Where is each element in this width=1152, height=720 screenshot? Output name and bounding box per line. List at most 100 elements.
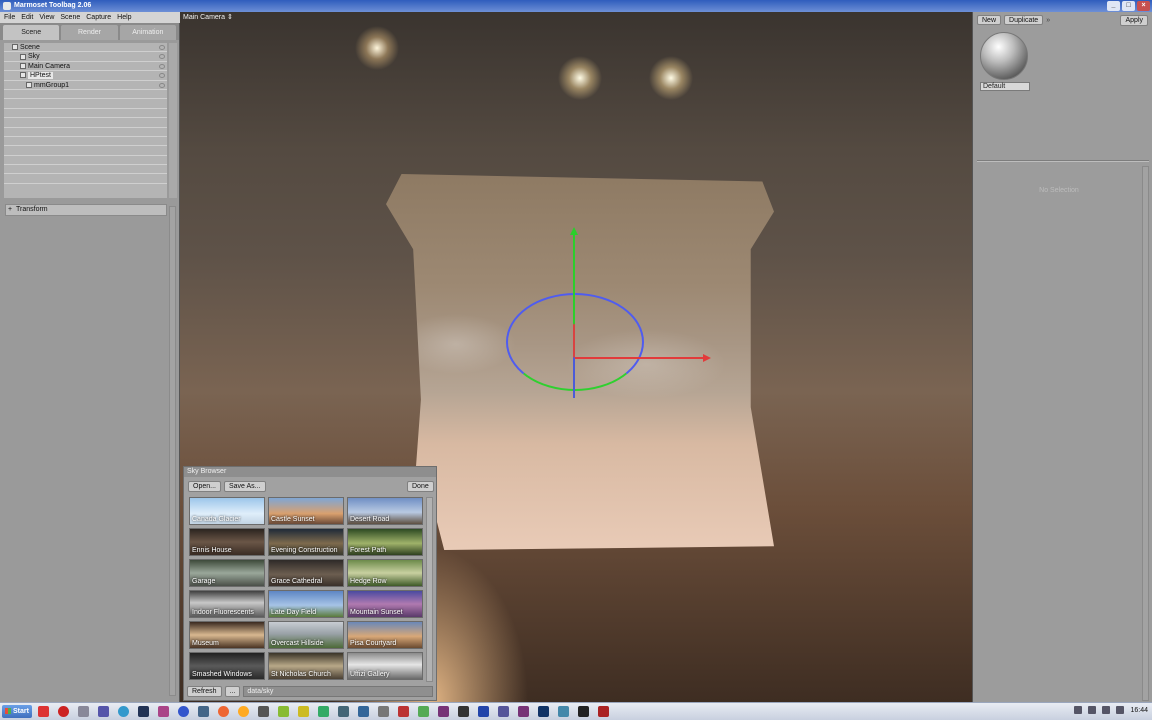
maximize-button[interactable]: □ [1122, 1, 1135, 11]
visibility-icon[interactable] [159, 63, 165, 69]
sky-thumb[interactable]: Ennis House [189, 528, 265, 556]
right-panel-scrollbar[interactable] [1142, 166, 1149, 701]
app-icon[interactable] [278, 706, 289, 717]
sky-thumb[interactable]: Desert Road [347, 497, 423, 525]
x-axis-handle[interactable] [575, 354, 711, 362]
app-icon[interactable] [158, 706, 169, 717]
app-icon[interactable] [538, 706, 549, 717]
menu-capture[interactable]: Capture [86, 12, 111, 23]
transform-section[interactable]: Transform [5, 204, 167, 216]
tree-empty-row [4, 174, 167, 184]
sky-thumb[interactable]: Grace Cathedral [268, 559, 344, 587]
sky-thumb[interactable]: Museum [189, 621, 265, 649]
volume-icon[interactable] [1102, 706, 1111, 714]
sky-thumb[interactable]: Uffizi Gallery [347, 652, 423, 680]
refresh-button[interactable]: Refresh [187, 685, 222, 697]
sky-thumb[interactable]: Castle Sunset [268, 497, 344, 525]
browse-button[interactable]: ... [224, 685, 241, 697]
app-icon[interactable] [438, 706, 449, 717]
sky-thumb[interactable]: St Nicholas Church [268, 652, 344, 680]
material-preview-sphere[interactable] [980, 32, 1028, 80]
clock[interactable]: 16:44 [1130, 707, 1148, 714]
y-axis-handle[interactable] [570, 227, 578, 398]
app-icon[interactable] [458, 706, 469, 717]
sky-thumb[interactable]: Canada Glacier [189, 497, 265, 525]
tree-item-sky[interactable]: Sky [4, 52, 167, 62]
app-icon[interactable] [358, 706, 369, 717]
app-icon[interactable] [98, 706, 109, 717]
tree-item-scene[interactable]: Scene [4, 43, 167, 53]
close-button[interactable]: × [1137, 1, 1150, 11]
visibility-icon[interactable] [159, 54, 165, 60]
sky-thumb[interactable]: Indoor Fluorescents [189, 590, 265, 618]
tray-icon[interactable] [1088, 706, 1097, 714]
apply-button[interactable]: Apply [1120, 15, 1148, 26]
app-icon[interactable] [58, 706, 69, 717]
app-icon[interactable] [558, 706, 569, 717]
camera-dropdown[interactable]: Main Camera ⇕ [183, 13, 233, 21]
menu-file[interactable]: File [4, 12, 15, 23]
network-icon[interactable] [1116, 706, 1125, 714]
save-as-button[interactable]: Save As... [224, 481, 266, 492]
sky-browser-scrollbar[interactable] [426, 497, 433, 682]
menu-help[interactable]: Help [117, 12, 131, 23]
tree-item-mmgroup1[interactable]: mmGroup1 [4, 81, 167, 90]
app-icon[interactable] [578, 706, 589, 717]
sky-thumb[interactable]: Late Day Field [268, 590, 344, 618]
menu-view[interactable]: View [39, 12, 54, 23]
system-tray: 16:44 [1074, 706, 1148, 714]
app-icon[interactable] [38, 706, 49, 717]
tree-item-hptest[interactable]: HPtest [4, 71, 167, 81]
tray-icon[interactable] [1074, 706, 1083, 714]
tab-render[interactable]: Render [61, 25, 118, 40]
tab-animation[interactable]: Animation [119, 25, 176, 40]
app-icon[interactable] [258, 706, 269, 717]
app-icon[interactable] [598, 706, 609, 717]
sky-thumb[interactable]: Hedge Row [347, 559, 423, 587]
menu-scene[interactable]: Scene [60, 12, 80, 23]
app-icon[interactable] [518, 706, 529, 717]
tree-item-main-camera[interactable]: Main Camera [4, 62, 167, 72]
app-icon[interactable] [218, 706, 229, 717]
rotate-gizmo[interactable] [506, 293, 644, 391]
app-icon[interactable] [338, 706, 349, 717]
app-icon[interactable] [378, 706, 389, 717]
sky-thumb[interactable]: Garage [189, 559, 265, 587]
visibility-icon[interactable] [159, 45, 165, 50]
app-icon[interactable] [238, 706, 249, 717]
app-icon[interactable] [398, 706, 409, 717]
sky-path-field[interactable]: data/sky [243, 685, 433, 697]
sky-thumb[interactable]: Evening Construction [268, 528, 344, 556]
sky-thumb[interactable]: Pisa Courtyard [347, 621, 423, 649]
left-panel-scrollbar[interactable] [169, 206, 176, 696]
more-arrow-icon[interactable]: » [1046, 15, 1050, 25]
app-icon[interactable] [78, 706, 89, 717]
visibility-icon[interactable] [159, 82, 165, 88]
duplicate-material-button[interactable]: Duplicate [1004, 15, 1044, 25]
panel-divider[interactable] [977, 160, 1149, 162]
tree-scrollbar[interactable] [169, 43, 177, 198]
app-icon[interactable] [298, 706, 309, 717]
tab-scene[interactable]: Scene [3, 25, 60, 40]
new-material-button[interactable]: New [977, 15, 1002, 25]
start-button[interactable]: Start [2, 705, 32, 718]
taskbar-app-icons [38, 706, 609, 717]
app-icon[interactable] [478, 706, 489, 717]
done-button[interactable]: Done [407, 481, 434, 492]
sky-thumb[interactable]: Smashed Windows [189, 652, 265, 680]
material-card[interactable]: Default [980, 32, 1030, 92]
app-icon[interactable] [418, 706, 429, 717]
app-icon[interactable] [318, 706, 329, 717]
minimize-button[interactable]: _ [1107, 1, 1120, 11]
sky-thumb[interactable]: Overcast Hillside [268, 621, 344, 649]
app-icon[interactable] [118, 706, 129, 717]
sky-thumb[interactable]: Forest Path [347, 528, 423, 556]
open-button[interactable]: Open... [188, 481, 221, 492]
app-icon[interactable] [498, 706, 509, 717]
app-icon[interactable] [178, 706, 189, 717]
app-icon[interactable] [138, 706, 149, 717]
app-icon[interactable] [198, 706, 209, 717]
menu-edit[interactable]: Edit [21, 12, 33, 23]
sky-thumb[interactable]: Mountain Sunset [347, 590, 423, 618]
visibility-icon[interactable] [159, 73, 165, 79]
